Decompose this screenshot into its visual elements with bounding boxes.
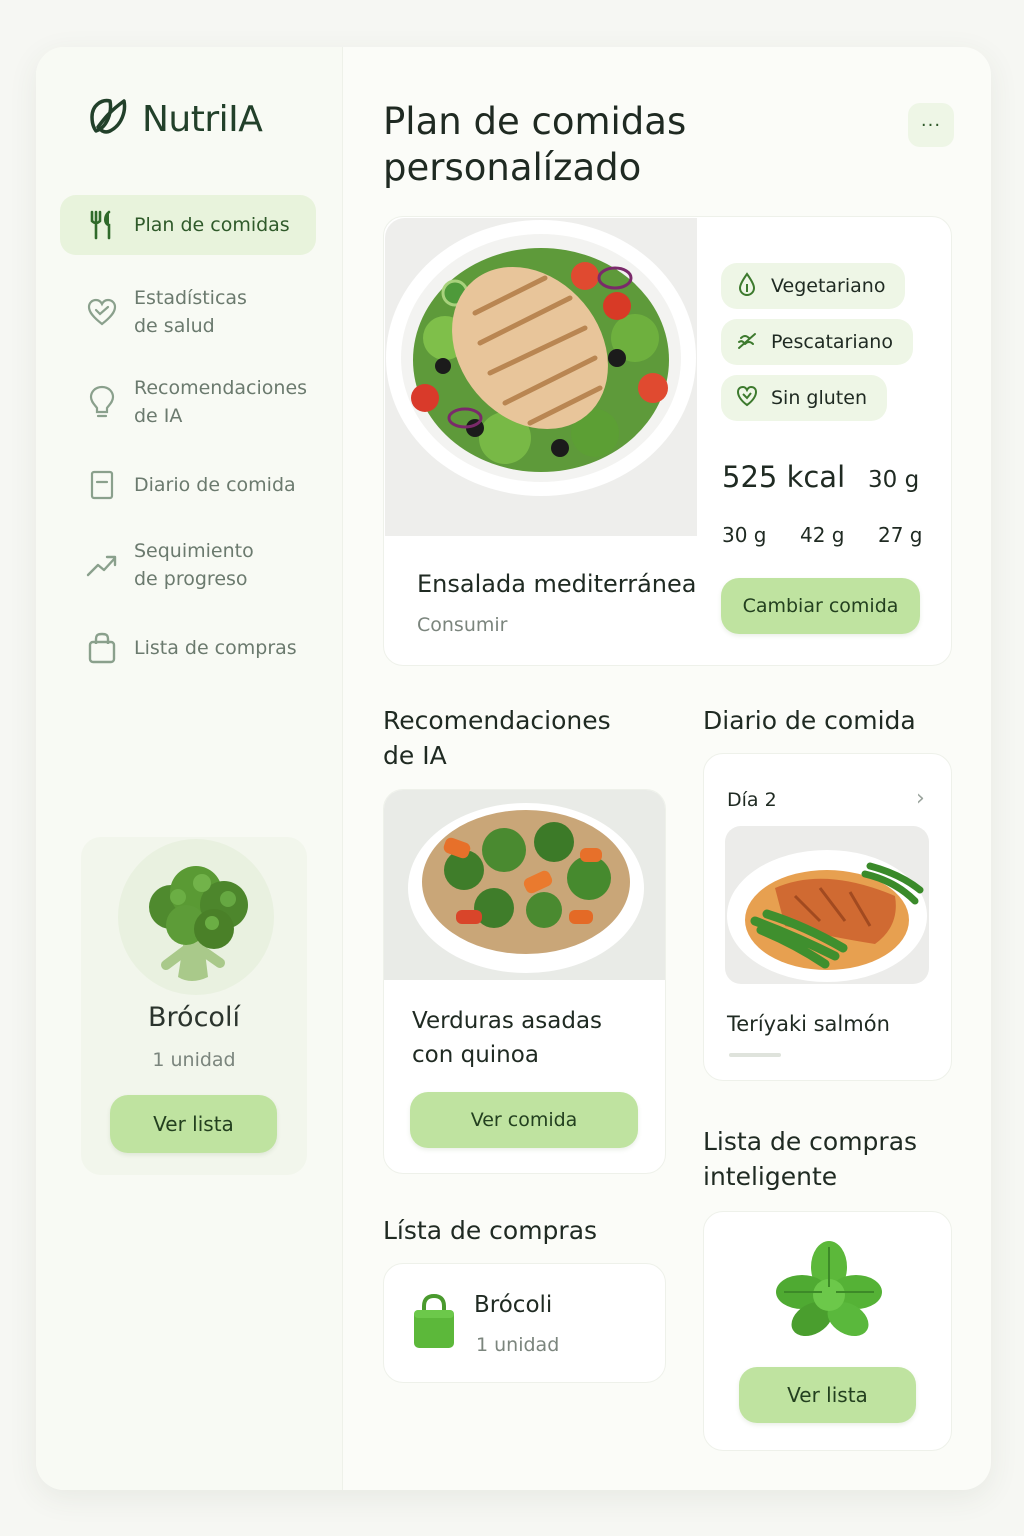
leaf-logo-icon [86, 97, 130, 141]
sidebar-item-label: Recomendaciones de IA [134, 377, 308, 427]
salad-image [385, 218, 697, 536]
basil-image [774, 1237, 884, 1351]
sidebar-item-label: Diario de comida [134, 474, 296, 496]
sidebar-item-label: Estadísticas de salud [134, 287, 247, 337]
gluten-free-icon [735, 384, 759, 412]
sidebar-item-seguimiento[interactable]: Sequimiento de progreso [60, 537, 316, 593]
shopping-item-card[interactable]: Brócoli 1 unidad [383, 1263, 666, 1383]
diary-meal-name: Teríyaki salmón [727, 1012, 890, 1036]
ver-lista-button[interactable]: Ver lista [110, 1095, 277, 1153]
meal-name: Ensalada mediterránea [417, 570, 697, 598]
logo[interactable]: NutriIA [86, 97, 263, 141]
sidebar-item-label: Lista de compras [134, 637, 297, 659]
macro-top-value: 30 g [868, 467, 920, 493]
tag-label: Pescatariano [771, 331, 893, 353]
sidebar-item-plan-de-comidas[interactable]: Plan de comidas [60, 195, 316, 255]
sidebar-item-lista-compras[interactable]: Lista de compras [60, 632, 316, 664]
sidebar-item-estadisticas[interactable]: Estadísticas de salud [60, 284, 316, 340]
tag-vegetariano[interactable]: Vegetariano [721, 263, 906, 309]
ver-comida-button[interactable]: Ver comida [410, 1092, 638, 1148]
sprout-icon [735, 328, 759, 356]
sidebar-item-label: Sequimiento de progreso [134, 540, 254, 590]
green-bag-icon [412, 1293, 456, 1354]
promo-card: Brócolí 1 unidad Ver lista [81, 837, 307, 1175]
broccoli-image [116, 837, 276, 997]
shopping-item-name: Brócoli [474, 1292, 553, 1318]
smart-list-card: Ver lista [703, 1211, 952, 1451]
notebook-icon [86, 469, 118, 501]
promo-subtitle: 1 unidad [152, 1049, 236, 1071]
page-title: Plan de comidas personalízado [383, 100, 687, 189]
tag-label: Sin gluten [771, 387, 867, 409]
recommendation-card: Verduras asadas con quinoa Ver comida [383, 789, 666, 1174]
salmon-image [725, 826, 929, 984]
carousel-indicator [729, 1053, 781, 1057]
app-window: NutriIA Plan de comidas Estadísticas de … [36, 47, 991, 1490]
sidebar: NutriIA Plan de comidas Estadísticas de … [36, 47, 343, 1490]
macro-value: 30 g [722, 523, 767, 547]
lightbulb-icon [86, 385, 118, 418]
trending-up-icon [86, 549, 118, 581]
diary-card: Día 2 › Teríyaki salmón [703, 753, 952, 1081]
leaf-drop-icon [735, 272, 759, 300]
section-title-lista-inteligente: Lista de compras inteligente [703, 1127, 918, 1191]
calories-value: 525 kcal [722, 460, 846, 494]
tag-label: Vegetariano [771, 275, 886, 297]
diary-day: Día 2 [727, 789, 777, 811]
sidebar-item-recomendaciones[interactable]: Recomendaciones de IA [60, 374, 316, 430]
macro-value: 42 g [800, 523, 845, 547]
chevron-right-icon[interactable]: › [916, 786, 925, 811]
ver-lista-button[interactable]: Ver lista [739, 1367, 916, 1423]
meal-plan-card: Vegetariano Pescatariano Sin gluten 525 … [383, 216, 952, 666]
section-title-lista-compras: Lísta de compras [383, 1216, 598, 1245]
promo-title: Brócolí [148, 1002, 240, 1033]
shopping-bag-icon [86, 632, 118, 664]
section-title-recomendaciones: Recomendaciones de IA [383, 706, 611, 770]
utensils-icon [86, 209, 118, 241]
section-title-diario: Diario de comida [703, 706, 916, 735]
tag-sin-gluten[interactable]: Sin gluten [721, 375, 887, 421]
recommendation-meal-name: Verduras asadas con quinoa [412, 1008, 603, 1068]
sidebar-item-label: Plan de comidas [134, 214, 290, 236]
macro-value: 27 g [878, 523, 923, 547]
shopping-item-qty: 1 unidad [476, 1334, 560, 1356]
meal-subtitle: Consumir [417, 614, 508, 636]
tag-pescatariano[interactable]: Pescatariano [721, 319, 913, 365]
quinoa-bowl-image [384, 790, 665, 980]
app-name: NutriIA [142, 98, 263, 140]
heart-check-icon [86, 296, 118, 328]
more-options-button[interactable]: ··· [908, 103, 954, 147]
cambiar-comida-button[interactable]: Cambiar comida [721, 578, 920, 634]
sidebar-item-diario[interactable]: Diario de comida [60, 469, 316, 501]
